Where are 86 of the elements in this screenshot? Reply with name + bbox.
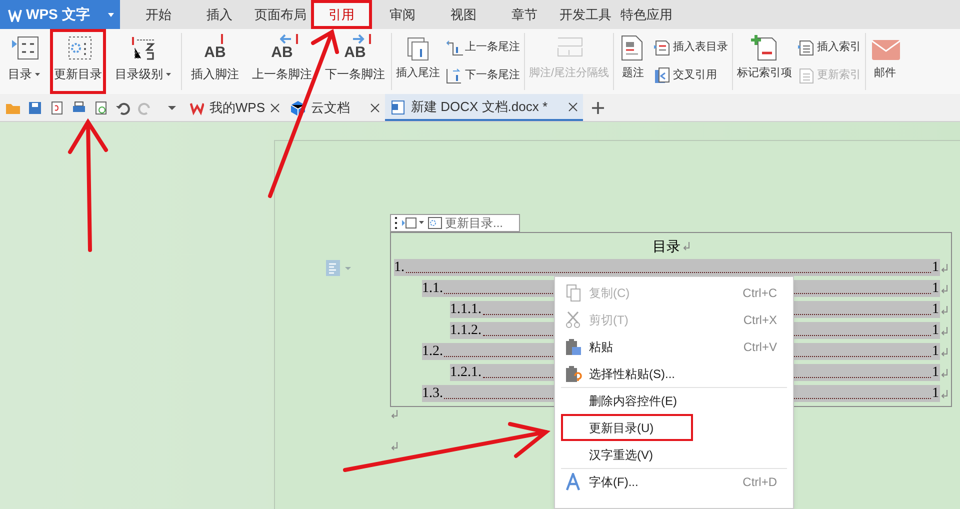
ribbon-button[interactable]: 下一条尾注 (445, 66, 520, 84)
previous-endnote-icon (445, 38, 463, 56)
menu-item[interactable]: 删除内容控件(E) (561, 387, 787, 414)
paragraph-mark-icon (940, 262, 948, 272)
scissors-icon (565, 311, 583, 329)
font-icon (565, 473, 583, 491)
toolbar-button[interactable] (27, 100, 43, 116)
ribbon-button[interactable]: 目录 (4, 29, 45, 94)
toc-menu-button[interactable] (402, 217, 424, 229)
cube-icon (290, 100, 306, 116)
menu-item[interactable]: 汉字重选(V) (561, 441, 787, 468)
ribbon-button[interactable]: 交叉引用 (653, 66, 728, 84)
ribbon-button[interactable]: 标记索引项 (735, 29, 794, 94)
toc-entry[interactable]: 1. 1 (394, 259, 940, 276)
ribbon-tab[interactable]: 审阅 (372, 0, 433, 29)
document-tab[interactable]: 新建 DOCX 文档.docx * (385, 94, 583, 121)
app-menu-button[interactable]: WPS 文字 (0, 0, 120, 29)
document-icon (390, 98, 406, 114)
ribbon-button[interactable]: 邮件 (868, 29, 902, 94)
menu-item[interactable]: 更新目录(U) (561, 414, 693, 441)
wps-logo-icon (8, 8, 22, 22)
ribbon-button[interactable]: 题注 (616, 29, 650, 94)
ribbon-button[interactable]: 插入尾注 (394, 29, 442, 94)
paragraph-mark-icon (390, 409, 398, 419)
paragraph-mark-icon (390, 441, 398, 451)
ribbon-button[interactable]: 插入索引 (797, 38, 862, 56)
table-of-figures-icon (653, 38, 672, 56)
paragraph-mark-icon (940, 346, 948, 356)
drag-handle-icon (394, 217, 398, 229)
update-index-icon (797, 66, 816, 84)
close-button[interactable] (270, 102, 280, 112)
paragraph-style-icon (326, 260, 352, 276)
paste-special-icon (565, 365, 583, 383)
close-icon (370, 102, 380, 112)
ribbon-button[interactable]: AB 上一条脚注 (248, 29, 316, 94)
close-icon (568, 102, 578, 112)
right-arrow-icon (353, 34, 371, 44)
toolbar-button[interactable] (49, 100, 65, 116)
ribbon-tab[interactable]: 章节 (494, 0, 555, 29)
paragraph-mark-icon (682, 241, 690, 251)
cross-reference-icon (653, 66, 672, 84)
close-button[interactable] (370, 102, 380, 112)
paragraph-mark-icon (940, 284, 948, 294)
footnote-label: AB (271, 44, 293, 62)
refresh-toc-icon (428, 217, 442, 229)
ribbon-button[interactable]: 更新目录 (50, 29, 106, 94)
ribbon-tab[interactable]: 视图 (433, 0, 494, 29)
menu-item[interactable]: 字体(F)... Ctrl+D (561, 468, 787, 495)
ribbon-tab[interactable]: 特色应用 (616, 0, 677, 29)
insert-index-icon (797, 38, 816, 56)
save-icon (27, 100, 43, 116)
toc-icon (402, 217, 424, 229)
ribbon-tab[interactable]: 页面布局 (250, 0, 311, 29)
ribbon-tab[interactable]: 引用 (311, 0, 372, 29)
paragraph-mark-icon (940, 326, 948, 336)
ribbon-button[interactable]: AB 插入脚注 (187, 29, 243, 94)
left-arrow-icon (280, 34, 298, 44)
update-toc-button[interactable]: 更新目录... (428, 214, 504, 232)
ribbon-button[interactable]: 插入表目录 (653, 38, 728, 56)
close-icon (270, 102, 280, 112)
copy-icon (565, 284, 583, 302)
paste-icon (565, 338, 583, 356)
ribbon-tab[interactable]: 开发工具 (555, 0, 616, 29)
footnote-number-icon (220, 34, 224, 44)
paragraph-mark-icon (940, 368, 948, 378)
plus-icon (591, 100, 605, 114)
toc-icon (10, 34, 40, 62)
document-tab[interactable]: 我的WPS (185, 94, 285, 121)
footnote-label: AB (344, 44, 366, 62)
toolbar-button[interactable] (93, 100, 109, 116)
print-preview-icon (93, 100, 109, 116)
toc-title: 目录 (652, 236, 680, 256)
paragraph-mark-icon (940, 304, 948, 314)
ribbon-button[interactable]: 上一条尾注 (445, 38, 520, 56)
document-tab[interactable]: 云文档 (285, 94, 385, 121)
menu-item[interactable]: 粘贴 Ctrl+V (561, 333, 787, 360)
menu-item[interactable]: 选择性粘贴(S)... (561, 360, 787, 387)
next-endnote-icon (445, 66, 463, 84)
pdf-export-icon (49, 100, 65, 116)
paragraph-mark-icon (940, 388, 948, 398)
ribbon-tab[interactable]: 开始 (128, 0, 189, 29)
ribbon-button[interactable]: AB 下一条脚注 (321, 29, 389, 94)
close-button[interactable] (568, 102, 578, 112)
footnote-label: AB (204, 44, 226, 62)
ribbon-tab[interactable]: 插入 (189, 0, 250, 29)
ribbon-button[interactable]: 目录级别 (111, 29, 176, 94)
